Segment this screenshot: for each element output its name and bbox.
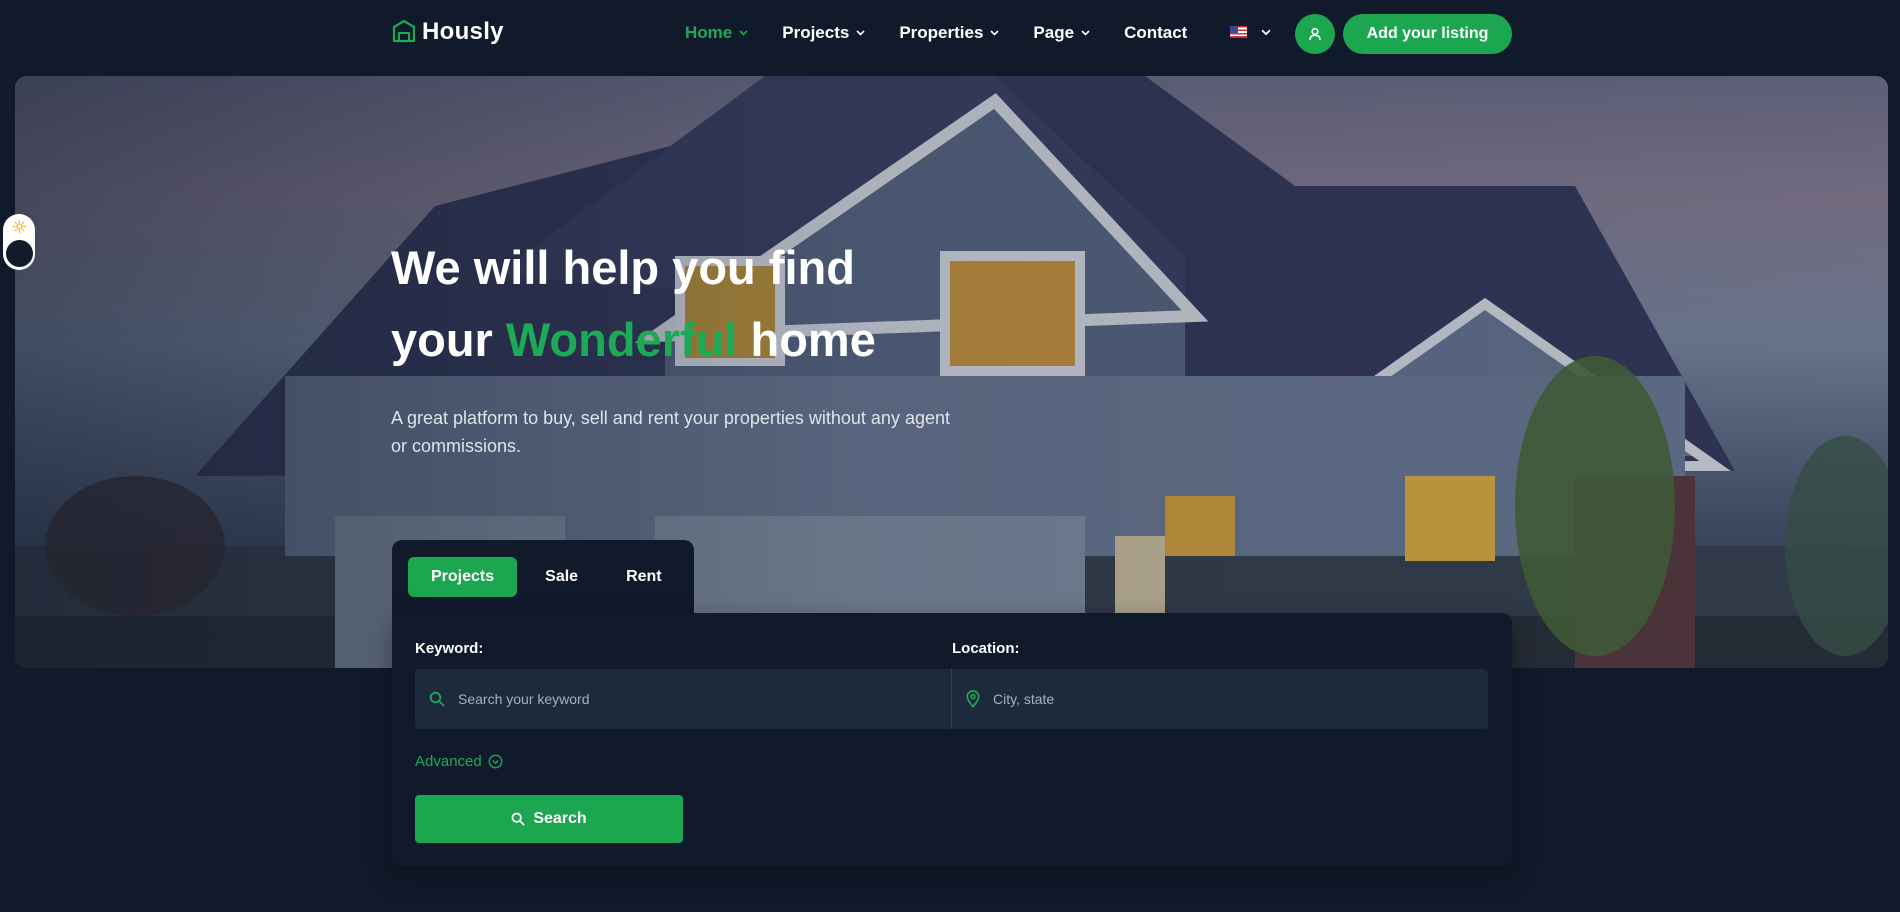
search-button-label: Search [533,810,587,827]
location-label: Location: [952,640,1020,657]
search-panel: Keyword: Location: Advanced [392,613,1512,867]
theme-toggle[interactable] [3,214,35,270]
tab-sale[interactable]: Sale [525,557,598,597]
location-field [951,669,1488,729]
keyword-input[interactable] [458,691,951,707]
hero-title-suffix: home [737,313,876,366]
house-logo-icon [392,19,416,43]
chevron-down-icon [1261,29,1271,35]
user-icon [1309,27,1321,41]
search-icon [511,812,525,826]
tab-projects[interactable]: Projects [408,556,518,597]
nav-item-page[interactable]: Page [1033,23,1090,43]
chevron-down-icon [1081,30,1090,36]
chevron-down-icon [990,30,999,36]
keyword-label: Keyword: [415,640,484,657]
add-listing-button[interactable]: Add your listing [1343,14,1512,54]
hero-title-accent: Wonderful [505,313,738,366]
brand-logo[interactable]: Hously [392,16,504,48]
chevron-down-icon [856,30,865,36]
nav-item-projects[interactable]: Projects [782,23,865,43]
search-icon [429,691,445,707]
search-button[interactable]: Search [415,795,683,843]
moon-knob [6,240,33,267]
nav-item-label: Page [1033,23,1075,42]
chevron-circle-down-icon [488,754,503,769]
chevron-down-icon [739,30,748,36]
sun-icon [13,220,26,233]
nav-item-label: Projects [782,23,850,42]
search-fields [415,669,1488,729]
map-pin-icon [966,690,980,708]
nav-item-contact[interactable]: Contact [1124,23,1187,43]
site-header: Hously Home Projects Properties Page Con… [0,0,1900,66]
nav-item-label: Properties [899,23,984,42]
nav-item-label: Home [685,23,733,42]
keyword-field [415,669,951,729]
search-tabs: Projects Sale Rent [392,540,694,613]
main-nav: Home Projects Properties Page Contact [685,20,1221,46]
user-account-button[interactable] [1295,14,1335,54]
language-selector[interactable] [1230,22,1271,42]
hero-title: We will help you find your Wonderful hom… [391,232,1031,376]
us-flag-icon [1230,26,1247,38]
tab-rent[interactable]: Rent [606,557,682,597]
nav-item-label: Contact [1124,23,1188,42]
advanced-toggle[interactable]: Advanced [415,753,503,770]
brand-name: Hously [422,18,504,45]
hero-title-line1: We will help you find [391,241,855,294]
advanced-label: Advanced [415,753,482,770]
location-input[interactable] [993,691,1488,707]
hero-subtitle: A great platform to buy, sell and rent y… [391,408,950,456]
nav-item-properties[interactable]: Properties [899,23,999,43]
nav-item-home[interactable]: Home [685,23,748,43]
hero-title-prefix: your [391,313,506,366]
